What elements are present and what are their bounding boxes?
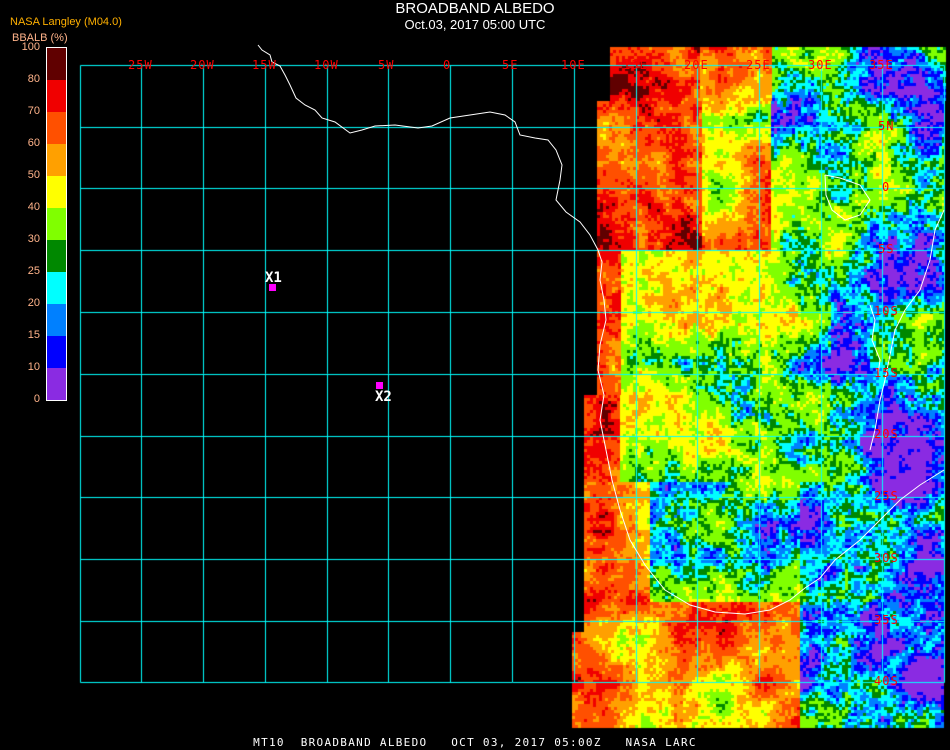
colorbar-segment	[47, 240, 66, 272]
grid-label: 25W	[128, 58, 153, 72]
grid-label: 0	[443, 58, 452, 72]
grid-label: 20W	[190, 58, 215, 72]
grid-label: 35E	[869, 58, 894, 72]
grid-label: 10W	[314, 58, 339, 72]
colorbar-segment	[47, 272, 66, 304]
coastline	[257, 44, 945, 615]
colorbar-tick-label: 100	[21, 41, 40, 53]
grid-label: 5N	[878, 119, 895, 133]
colorbar-tick-label: 20	[27, 297, 40, 309]
map-timestamp: Oct.03, 2017 05:00 UTC	[404, 17, 546, 32]
colorbar-segment	[47, 304, 66, 336]
map-title: BROADBAND ALBEDO	[395, 0, 555, 17]
grid-label: 10S	[874, 304, 899, 318]
colorbar	[46, 47, 67, 401]
grid-label: 25S	[874, 489, 899, 503]
colorbar-segment	[47, 144, 66, 176]
colorbar-segment	[47, 336, 66, 368]
colorbar-tick-label: 0	[33, 393, 40, 405]
grid-label: 5S	[878, 242, 895, 256]
grid-label: 25E	[746, 58, 771, 72]
grid-label: 20E	[684, 58, 709, 72]
grid-label: 30S	[874, 551, 899, 565]
grid-label: 20S	[874, 427, 899, 441]
colorbar-tick-label: 10	[27, 361, 40, 373]
colorbar-tick-label: 40	[27, 201, 40, 213]
grid-label: 5W	[378, 58, 395, 72]
colorbar-tick-label: 70	[27, 105, 40, 117]
colorbar-segment	[47, 112, 66, 144]
grid-label: 10E	[561, 58, 586, 72]
colorbar-segment	[47, 48, 66, 80]
colorbar-segment	[47, 208, 66, 240]
colorbar-segment	[47, 80, 66, 112]
grid-label: 15W	[252, 58, 277, 72]
grid-label: 40S	[874, 674, 899, 688]
footer-caption: MT10 BROADBAND ALBEDO OCT 03, 2017 05:00…	[253, 736, 697, 749]
grid-label: 15S	[874, 366, 899, 380]
grid-label: 0	[882, 180, 891, 194]
marker-x2[interactable]	[376, 382, 383, 389]
colorbar-tick-label: 80	[27, 73, 40, 85]
lake-outline	[824, 174, 871, 221]
grid-label: 30E	[808, 58, 833, 72]
grid-label: 15E	[623, 58, 648, 72]
colorbar-tick-label: 30	[27, 233, 40, 245]
colorbar-tick-label: 15	[27, 329, 40, 341]
source-label: NASA Langley (M04.0)	[10, 16, 122, 28]
colorbar-segment	[47, 176, 66, 208]
colorbar-tick-label: 25	[27, 265, 40, 277]
marker-x1-label: X1	[265, 270, 282, 286]
colorbar-tick-label: 60	[27, 137, 40, 149]
map-overlay	[257, 44, 945, 615]
colorbar-segment	[47, 368, 66, 400]
grid-label: 35S	[874, 613, 899, 627]
marker-x2-label: X2	[375, 389, 392, 405]
colorbar-tick-label: 50	[27, 169, 40, 181]
grid-label: 5E	[502, 58, 519, 72]
